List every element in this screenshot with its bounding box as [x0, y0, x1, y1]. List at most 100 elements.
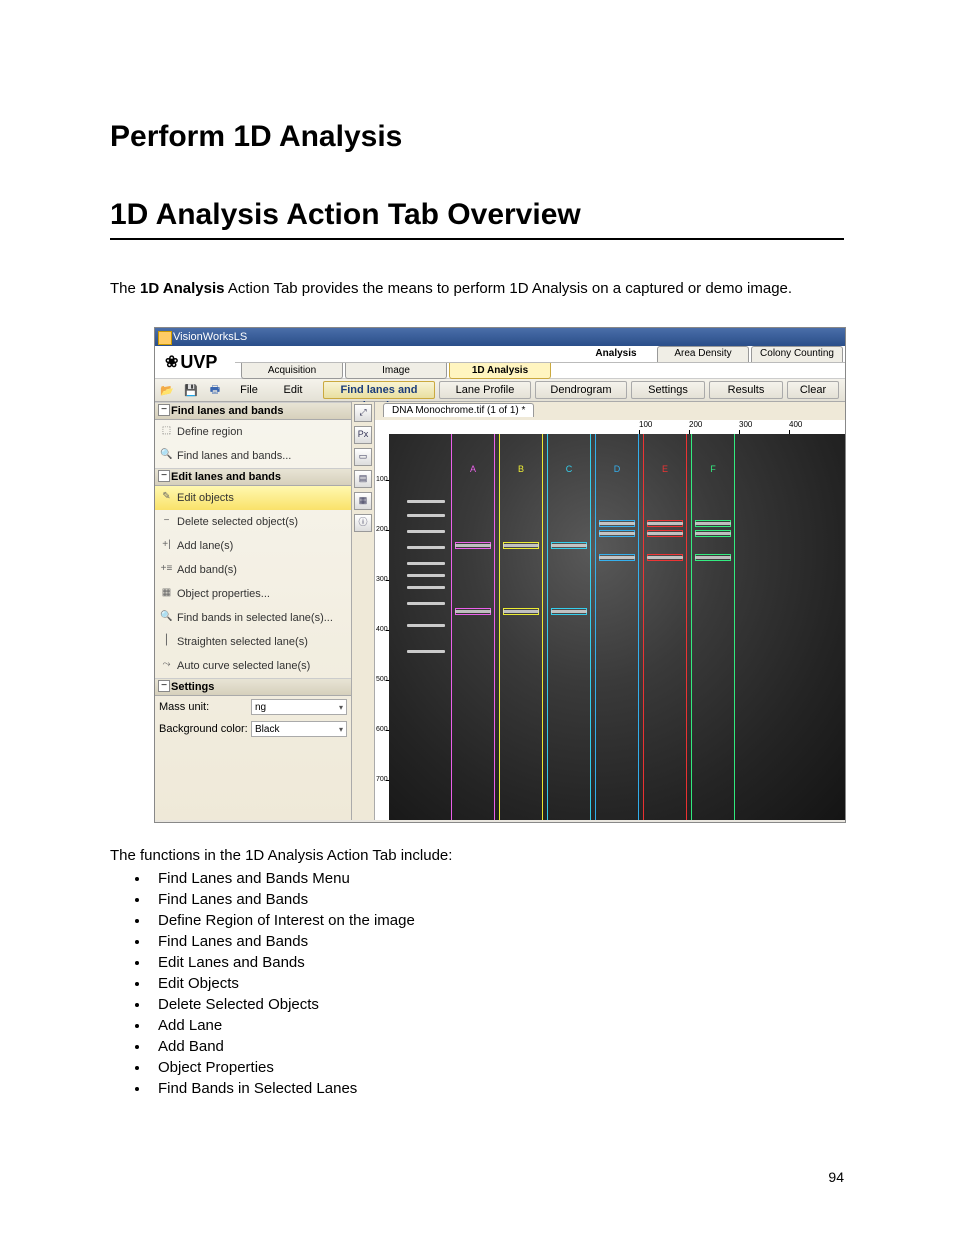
side-panel: Find lanes and bands ⬚Define region 🔍Fin… [155, 402, 352, 820]
app-screenshot: VisionWorksLS ❀UVP Analysis Area Density… [154, 327, 846, 823]
cursor-icon: ✎ [160, 491, 173, 504]
plus-lane-icon: +| [160, 539, 173, 552]
tab-1d-analysis[interactable]: 1D Analysis [449, 363, 551, 379]
tool-split[interactable]: ▤ [354, 470, 372, 488]
clear-button[interactable]: Clear [787, 381, 839, 399]
find-lanes-button[interactable]: Find lanes and bands [323, 381, 435, 399]
print-icon[interactable]: 🖶 [203, 382, 227, 398]
bg-color-select[interactable]: Black [251, 721, 347, 737]
sidebar-find-lanes[interactable]: 🔍Find lanes and bands... [155, 444, 351, 468]
tab-colony-counting[interactable]: Colony Counting [751, 346, 843, 362]
section-edit-lanes[interactable]: Edit lanes and bands [155, 468, 351, 486]
sidebar-straighten-lane[interactable]: ⎮Straighten selected lane(s) [155, 630, 351, 654]
list-item: Edit Objects [150, 975, 844, 992]
lane-label: B [518, 464, 524, 474]
tool-zoom[interactable]: ⤢ [354, 404, 372, 422]
brand-logo: ❀UVP [155, 346, 235, 378]
straighten-icon: ⎮ [160, 635, 173, 648]
image-tab[interactable]: DNA Monochrome.tif (1 of 1) * [383, 403, 534, 417]
ruler-vtick: 300 [376, 576, 388, 583]
analysis-group-label: Analysis [581, 346, 651, 362]
brand-text: UVP [180, 352, 217, 373]
ruler-tick: 100 [639, 420, 652, 429]
gel-lane[interactable]: A [451, 434, 495, 820]
sidebar-object-properties[interactable]: ▦Object properties... [155, 582, 351, 606]
ruler-vtick: 500 [376, 676, 388, 683]
save-icon[interactable]: 💾 [179, 382, 203, 398]
page-number: 94 [828, 1169, 844, 1185]
mass-unit-select[interactable]: ng [251, 699, 347, 715]
sidebar-delete-selected[interactable]: −Delete selected object(s) [155, 510, 351, 534]
intro-paragraph: The 1D Analysis Action Tab provides the … [110, 280, 844, 297]
sidebar-define-region[interactable]: ⬚Define region [155, 420, 351, 444]
sidebar-add-lane[interactable]: +|Add lane(s) [155, 534, 351, 558]
ruler-tick: 300 [739, 420, 752, 429]
properties-icon: ▦ [160, 587, 173, 600]
list-item: Delete Selected Objects [150, 996, 844, 1013]
tool-view[interactable]: ▦ [354, 492, 372, 510]
gel-image[interactable]: A B CD E F [389, 434, 845, 820]
sidebar-edit-objects[interactable]: ✎Edit objects [155, 486, 351, 510]
list-item: Find Lanes and Bands [150, 933, 844, 950]
tool-window[interactable]: ▭ [354, 448, 372, 466]
open-icon[interactable]: 📂 [155, 382, 179, 398]
functions-intro: The functions in the 1D Analysis Action … [110, 847, 844, 864]
tab-acquisition[interactable]: Acquisition [241, 363, 343, 379]
gel-lane[interactable]: E [643, 434, 687, 820]
gel-lane[interactable]: D [595, 434, 639, 820]
image-area: DNA Monochrome.tif (1 of 1) * 100 200 30… [375, 402, 845, 820]
ruler-tick: 400 [789, 420, 802, 429]
page-title: Perform 1D Analysis [110, 120, 844, 154]
list-item: Add Band [150, 1038, 844, 1055]
list-item: Object Properties [150, 1059, 844, 1076]
tab-row-upper: Analysis Area Density Colony Counting [235, 346, 845, 362]
list-item: Find Lanes and Bands [150, 891, 844, 908]
cursor-icon: ⬚ [160, 425, 173, 438]
window-titlebar: VisionWorksLS [155, 328, 845, 346]
list-item: Define Region of Interest on the image [150, 912, 844, 929]
brand-row: ❀UVP Analysis Area Density Colony Counti… [155, 346, 845, 378]
setting-mass-unit: Mass unit: ng [155, 696, 351, 718]
tab-area-density[interactable]: Area Density [657, 346, 749, 362]
minus-icon: − [160, 515, 173, 528]
functions-list: Find Lanes and Bands MenuFind Lanes and … [150, 870, 844, 1097]
ruler-vtick: 400 [376, 626, 388, 633]
tool-info[interactable]: ⓘ [354, 514, 372, 532]
lane-label: E [662, 464, 668, 474]
settings-button[interactable]: Settings [631, 381, 705, 399]
sidebar-auto-curve[interactable]: ⤳Auto curve selected lane(s) [155, 654, 351, 678]
search-icon: 🔍 [160, 449, 173, 462]
intro-bold: 1D Analysis [140, 280, 225, 297]
section-find-lanes[interactable]: Find lanes and bands [155, 402, 351, 420]
results-button[interactable]: Results [709, 381, 783, 399]
list-item: Add Lane [150, 1017, 844, 1034]
gel-lane[interactable]: C [547, 434, 591, 820]
ruler-vtick: 200 [376, 526, 388, 533]
list-item: Edit Lanes and Bands [150, 954, 844, 971]
sidebar-add-band[interactable]: +≡Add band(s) [155, 558, 351, 582]
bg-color-label: Background color: [159, 723, 251, 735]
section-settings[interactable]: Settings [155, 678, 351, 696]
ruler-vtick: 700 [376, 776, 388, 783]
ruler-tick: 200 [689, 420, 702, 429]
ruler-vertical: 100 200 300 400 500 600 700 [375, 434, 390, 820]
mass-unit-label: Mass unit: [159, 701, 251, 713]
menu-edit[interactable]: Edit [271, 384, 315, 396]
curve-icon: ⤳ [160, 659, 173, 672]
toolbar: 📂 💾 🖶 File Edit Find lanes and bands Lan… [155, 378, 845, 402]
sidebar-find-bands-in-lane[interactable]: 🔍Find bands in selected lane(s)... [155, 606, 351, 630]
plus-band-icon: +≡ [160, 563, 173, 576]
tab-image[interactable]: Image [345, 363, 447, 379]
section-title: 1D Analysis Action Tab Overview [110, 198, 844, 240]
menu-file[interactable]: File [227, 384, 271, 396]
intro-post: Action Tab provides the means to perform… [225, 280, 793, 297]
gel-lane[interactable]: F [691, 434, 735, 820]
tool-px[interactable]: Px [354, 426, 372, 444]
gel-lane[interactable]: B [499, 434, 543, 820]
lane-profile-button[interactable]: Lane Profile [439, 381, 531, 399]
ruler-vtick: 100 [376, 476, 388, 483]
dendrogram-button[interactable]: Dendrogram [535, 381, 627, 399]
lane-label: F [710, 464, 716, 474]
tool-strip: ⤢ Px ▭ ▤ ▦ ⓘ [352, 402, 375, 820]
list-item: Find Bands in Selected Lanes [150, 1080, 844, 1097]
